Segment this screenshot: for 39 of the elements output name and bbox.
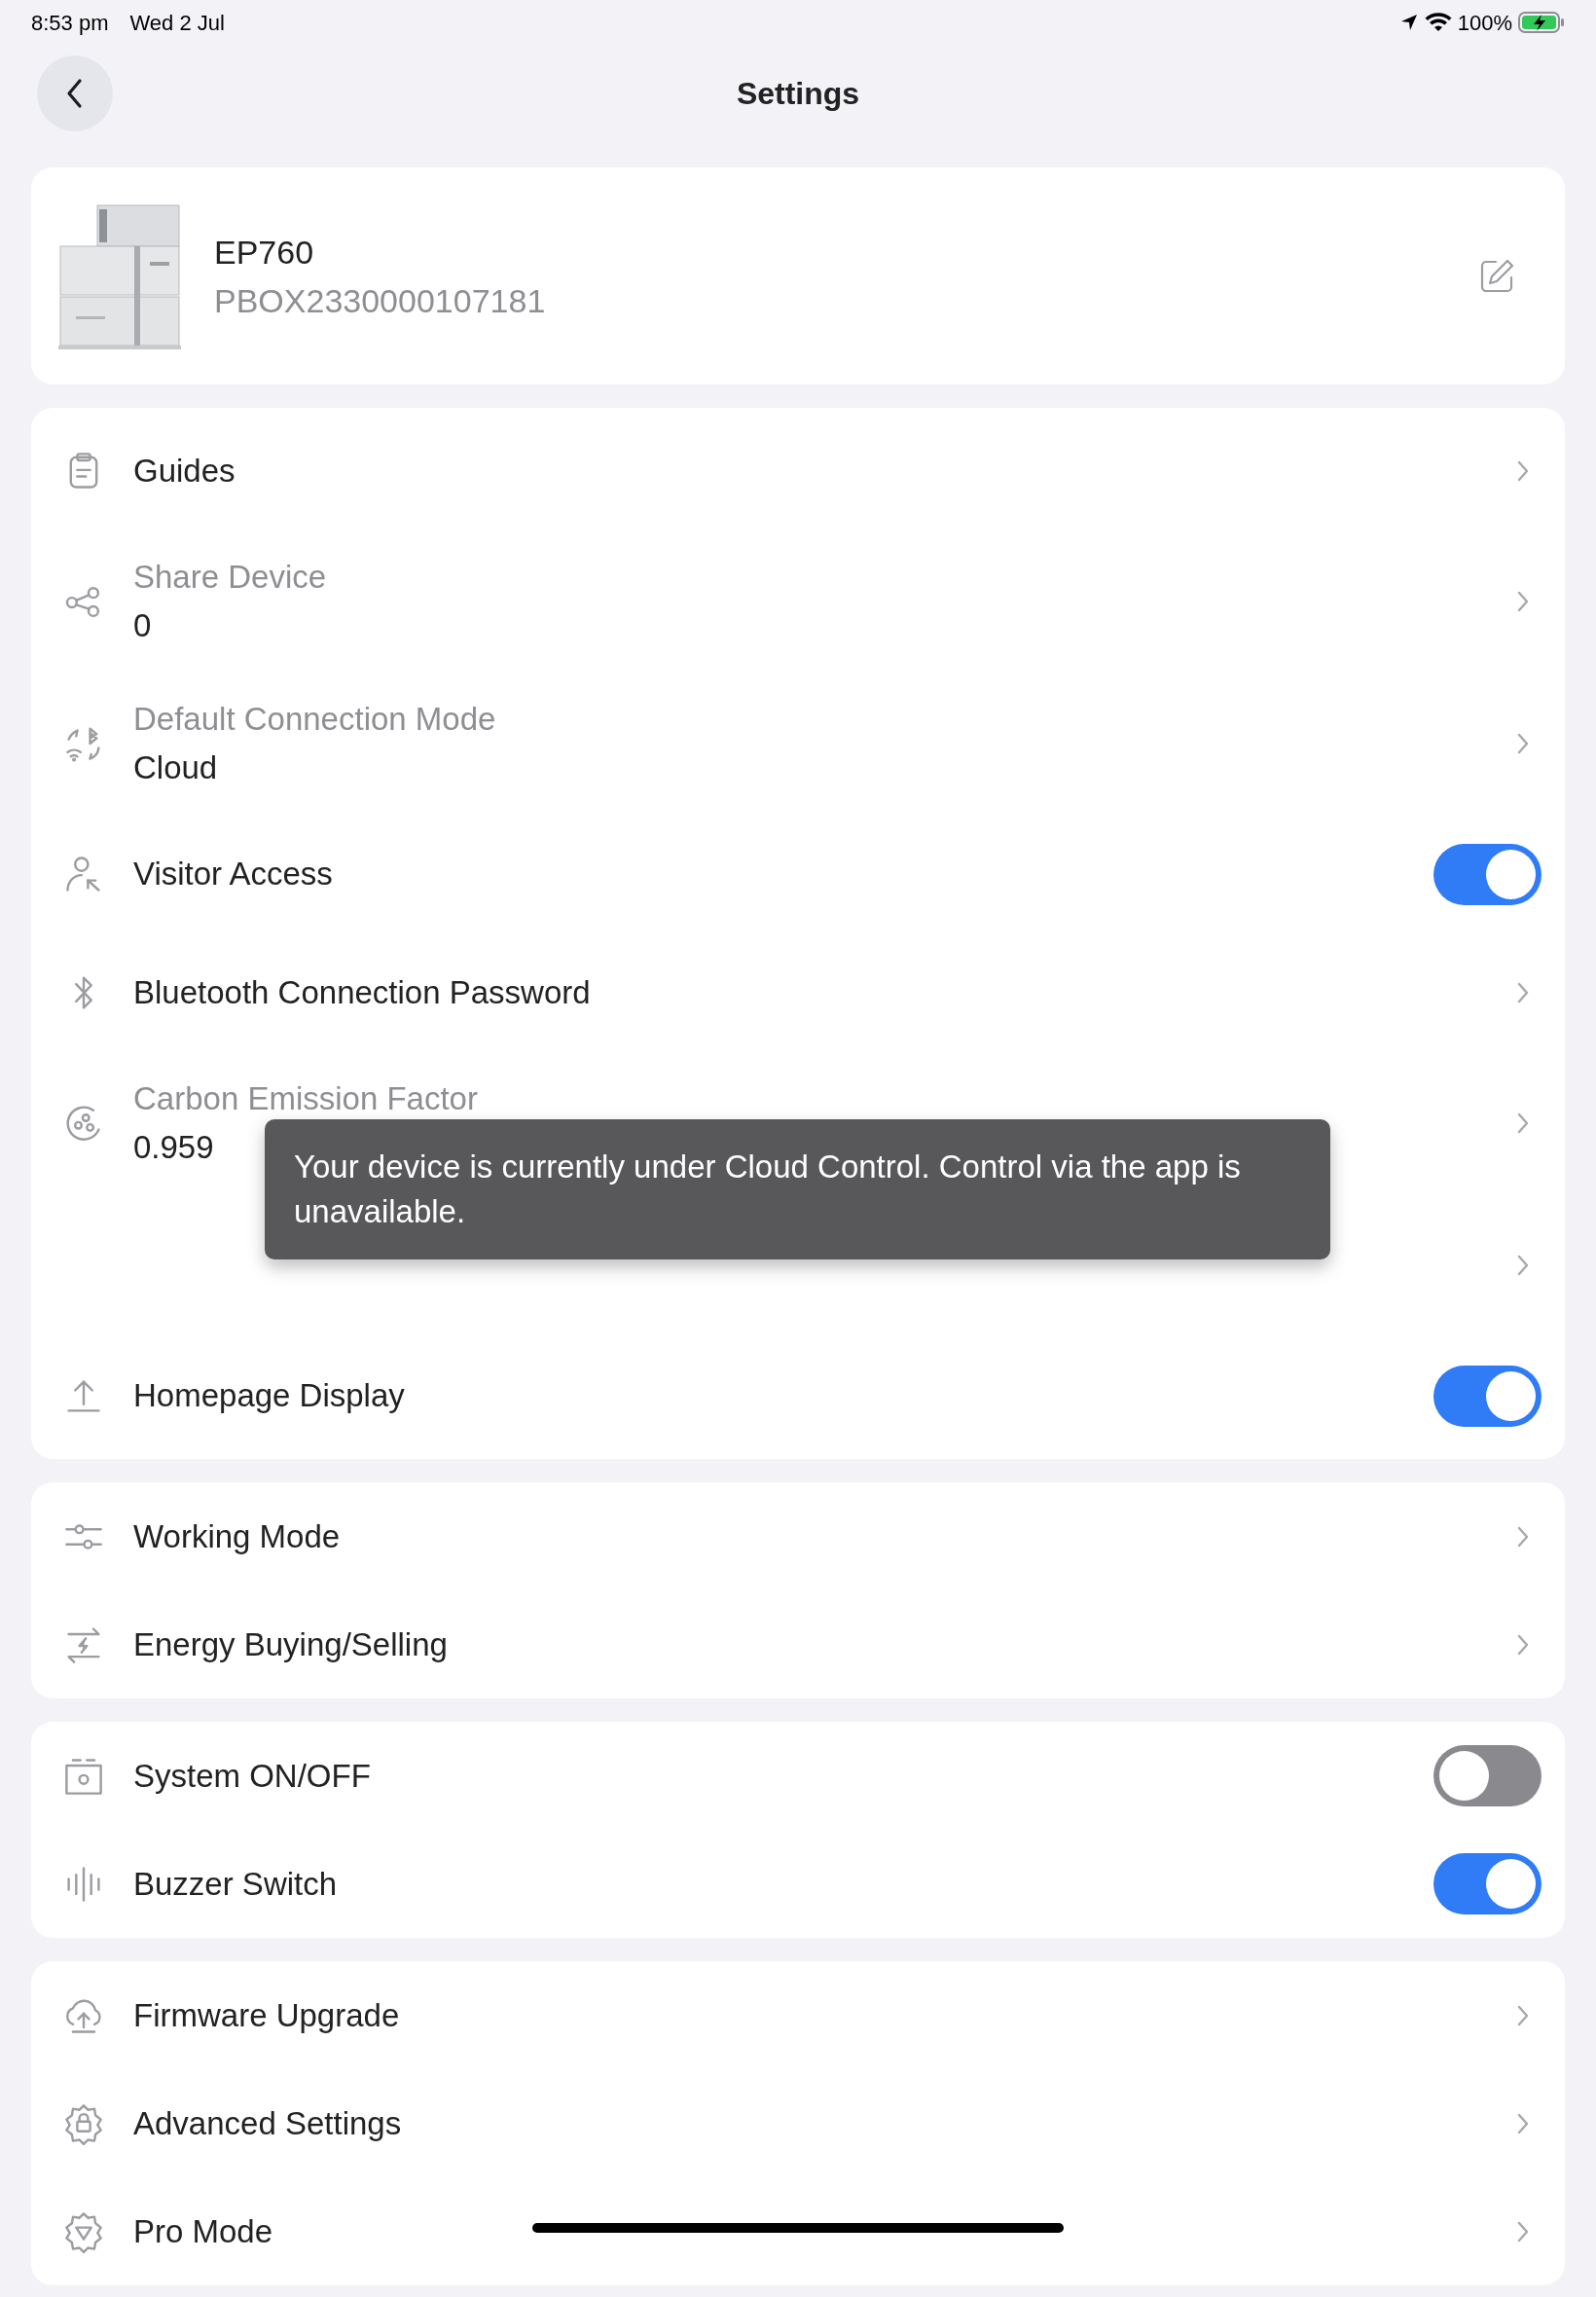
setting-label: Share Device <box>133 558 327 597</box>
chevron-icon <box>1516 2219 1530 2243</box>
chevron-icon <box>1516 2003 1530 2027</box>
chevron-icon <box>1516 1524 1530 1549</box>
chevron-icon <box>1516 981 1530 1004</box>
setting-label: Visitor Access <box>133 855 333 894</box>
setting-label: Energy Buying/Selling <box>133 1624 448 1664</box>
chevron-icon <box>1516 459 1530 483</box>
setting-label: Buzzer Switch <box>133 1864 338 1904</box>
chevron-icon <box>1516 1632 1530 1657</box>
setting-label: Working Mode <box>133 1516 341 1556</box>
device-name: EP760 <box>214 232 315 273</box>
setting-label: Advanced Settings <box>133 2103 402 2143</box>
setting-label: Carbon Emission Factor <box>133 1079 478 1118</box>
chevron-icon <box>1516 2111 1530 2135</box>
device-serial: PBOX2330000107181 <box>214 280 547 321</box>
setting-label: Pro Mode <box>133 2211 273 2251</box>
chevron-icon <box>1516 1254 1530 1277</box>
setting-label: Homepage Display <box>133 1376 405 1416</box>
setting-label: System ON/OFF <box>133 1756 371 1796</box>
battery-percent: 100% <box>1457 9 1512 37</box>
setting-label: Firmware Upgrade <box>133 1995 400 2035</box>
page-title: Settings <box>736 75 860 113</box>
setting-label: Bluetooth Connection Password <box>133 973 591 1013</box>
gear-lock-icon <box>62 2101 105 2145</box>
gear-triangle-icon <box>62 2209 105 2253</box>
setting-value: 0.959 <box>133 1128 214 1167</box>
setting-value: 0 <box>133 606 152 645</box>
setting-label: Default Connection Mode <box>133 700 496 739</box>
cloud-control-toast: Your device is currently under Cloud Control. Control via the app is unavailable. <box>265 1119 1330 1259</box>
setting-label: Guides <box>133 452 236 492</box>
setting-value: Cloud <box>133 748 218 787</box>
wifi-icon <box>1424 12 1452 33</box>
chevron-icon <box>1516 732 1530 755</box>
chevron-icon <box>1516 1112 1530 1135</box>
chevron-icon <box>1516 590 1530 613</box>
status-date: Wed 2 Jul <box>129 9 225 37</box>
battery-charging-icon <box>1518 11 1565 34</box>
status-time: 8:53 pm <box>31 9 109 37</box>
